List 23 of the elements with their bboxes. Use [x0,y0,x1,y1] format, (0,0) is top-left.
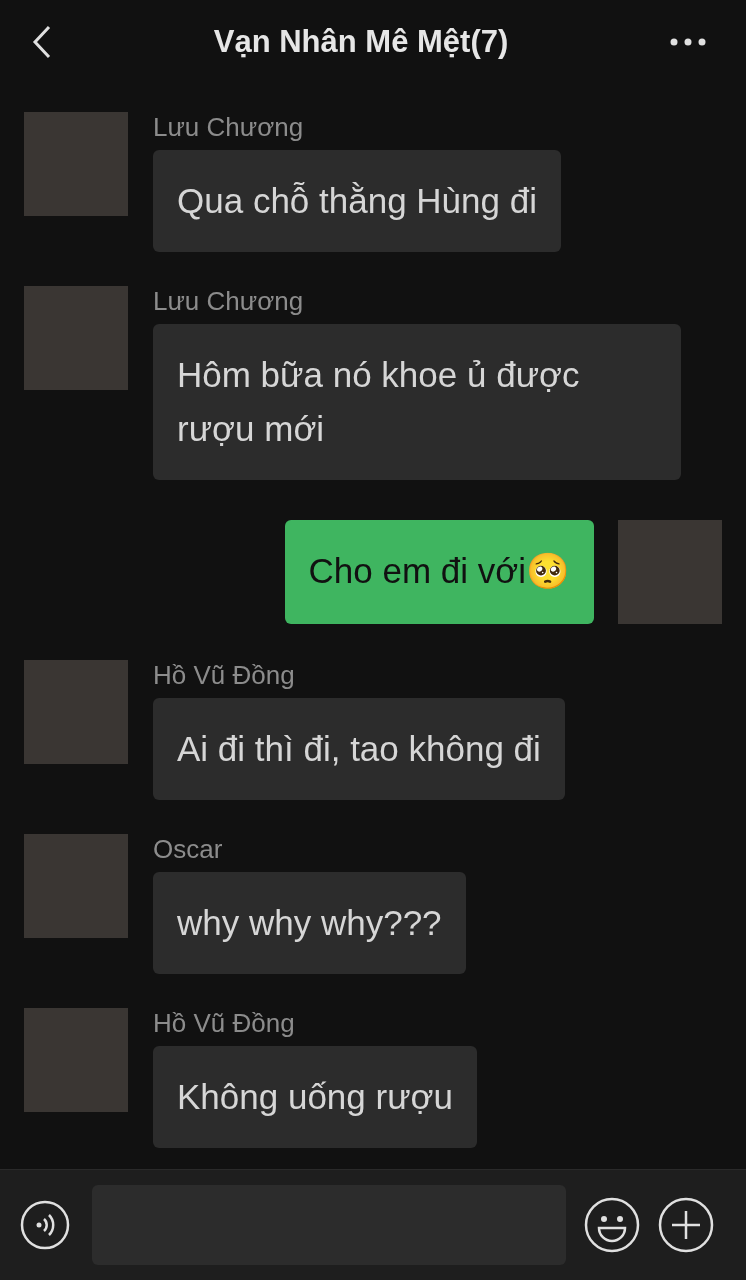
message-bubble: Qua chỗ thằng Hùng đi [153,150,561,252]
avatar-photo-placeholder[interactable] [24,1008,128,1112]
message-bubble: Không uống rượu [153,1046,478,1148]
more-icon[interactable] [670,38,706,46]
back-icon[interactable] [32,25,52,59]
emoji-icon[interactable] [584,1197,640,1253]
avatar-photo-placeholder[interactable] [24,112,128,216]
message-bubble: Cho em đi với🥺 [284,520,594,624]
avatar-photo-placeholder[interactable] [24,286,128,390]
sender-name: Lưu Chương [153,112,304,142]
avatar-photo-placeholder[interactable] [618,520,722,624]
avatar-photo-placeholder[interactable] [24,834,128,938]
plus-icon[interactable] [658,1197,714,1253]
sender-name: Lưu Chương [153,286,304,316]
message-bubble: why why why??? [153,872,466,974]
sender-name: Oscar [153,834,223,864]
chat-title: Vạn Nhân Mê Mệt(7) [213,24,509,60]
sender-name: Hồ Vũ Đồng [153,660,295,690]
message-bubble: Ai đi thì đi, tao không đi [153,698,565,800]
message-bubble: Hôm bữa nó khoe ủ được rượu mới [153,324,681,480]
voice-icon[interactable] [20,1200,70,1250]
avatar-photo-placeholder[interactable] [24,660,128,764]
sender-name: Hồ Vũ Đồng [153,1008,295,1038]
